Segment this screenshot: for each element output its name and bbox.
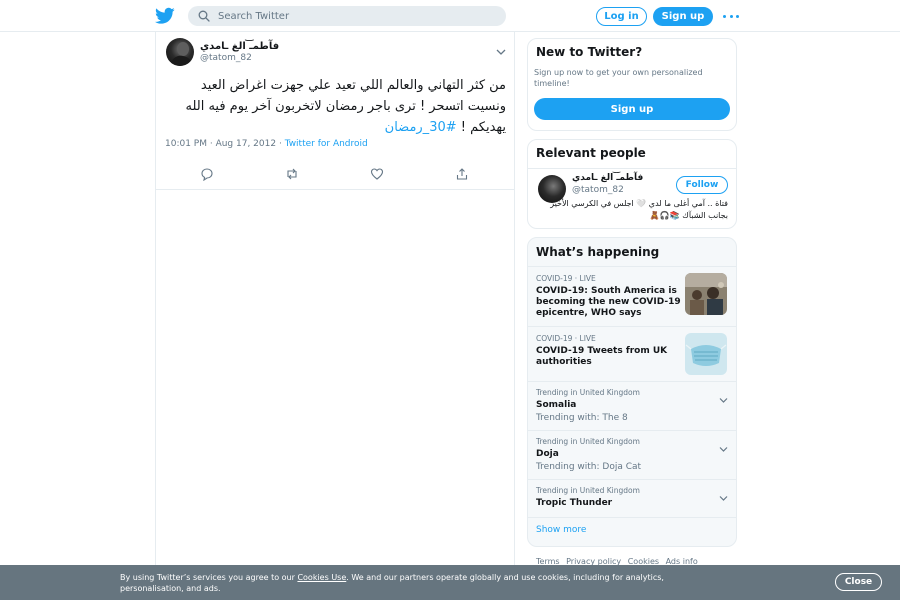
cookie-text-before: By using Twitter’s services you agree to… (120, 573, 298, 582)
chevron-down-icon[interactable] (496, 41, 506, 55)
meta-separator: · (276, 139, 285, 149)
news-category: COVID-19 · LIVE (536, 274, 596, 283)
main-timeline-column: فآطمـ͝ الغ ـامدي @tatom_82 من كثر التهان… (155, 32, 515, 572)
trend-name: Doja (536, 449, 559, 459)
login-button[interactable]: Log in (596, 7, 647, 26)
new-to-twitter-subtitle: Sign up now to get your own personalized… (534, 68, 703, 88)
whats-happening-card: What’s happening COVID-19 · LIVE COVID-1… (527, 237, 737, 547)
tweet-text: من كثر التهاني والعالم اللي تعيد علي جهز… (164, 75, 506, 138)
trend-item[interactable]: Trending in United Kingdom Somalia Trend… (528, 381, 736, 430)
whats-happening-title: What’s happening (536, 245, 660, 259)
chevron-down-icon[interactable] (719, 389, 728, 403)
new-to-twitter-card: New to Twitter? Sign up now to get your … (527, 38, 737, 131)
tweet-source[interactable]: Twitter for Android (285, 139, 368, 149)
news-headline: COVID-19: South America is becoming the … (536, 286, 681, 318)
divider (528, 168, 736, 169)
news-item[interactable]: COVID-19 · LIVE COVID-19: South America … (528, 266, 736, 326)
author-handle[interactable]: @tatom_82 (200, 53, 252, 63)
trend-location: Trending in United Kingdom (536, 437, 640, 446)
cookie-banner: By using Twitter’s services you agree to… (0, 565, 900, 600)
close-cookie-button[interactable]: Close (835, 573, 882, 591)
trend-with: Trending with: Doja Cat (536, 462, 642, 472)
trend-location: Trending in United Kingdom (536, 388, 640, 397)
hashtag-link[interactable]: #30_رمضان (385, 120, 457, 135)
trend-with: Trending with: The 8 (536, 413, 628, 423)
cookies-use-link[interactable]: Cookies Use (297, 573, 346, 582)
more-dots-icon[interactable] (723, 9, 739, 23)
chevron-down-icon[interactable] (719, 487, 728, 501)
news-thumbnail (685, 333, 727, 375)
news-thumbnail (685, 273, 727, 315)
trend-name: Somalia (536, 400, 577, 410)
signup-button-top[interactable]: Sign up (653, 7, 713, 26)
new-to-twitter-title: New to Twitter? (536, 45, 643, 59)
reply-icon[interactable] (200, 166, 214, 182)
cookie-text: By using Twitter’s services you agree to… (120, 572, 730, 594)
like-icon[interactable] (370, 166, 384, 180)
relevant-people-card: Relevant people فآطمـ͝ الغ ـامدي @tatom_… (527, 139, 737, 229)
person-handle[interactable]: @tatom_82 (572, 185, 624, 195)
show-more-link[interactable]: Show more (536, 525, 586, 535)
author-name[interactable]: فآطمـ͝ الغ ـامدي (200, 41, 279, 52)
person-name[interactable]: فآطمـ͝ الغ ـامدي (572, 173, 643, 183)
retweet-icon[interactable] (285, 166, 299, 180)
tweet-meta: 10:01 PM · Aug 17, 2012 · Twitter for An… (165, 139, 368, 149)
search-box[interactable] (188, 6, 506, 26)
search-icon (198, 7, 210, 26)
trend-item[interactable]: Trending in United Kingdom Tropic Thunde… (528, 479, 736, 517)
follow-button[interactable]: Follow (676, 176, 728, 194)
news-item[interactable]: COVID-19 · LIVE COVID-19 Tweets from UK … (528, 326, 736, 381)
chevron-down-icon[interactable] (719, 438, 728, 452)
trend-location: Trending in United Kingdom (536, 486, 640, 495)
share-icon[interactable] (455, 166, 469, 180)
trend-item[interactable]: Trending in United Kingdom Doja Trending… (528, 430, 736, 479)
search-input[interactable] (218, 10, 488, 22)
top-navigation-bar: Log in Sign up (0, 0, 900, 32)
news-headline: COVID-19 Tweets from UK authorities (536, 346, 668, 367)
news-category: COVID-19 · LIVE (536, 334, 596, 343)
tweet-body: من كثر التهاني والعالم اللي تعيد علي جهز… (185, 78, 506, 135)
tweet-detail: فآطمـ͝ الغ ـامدي @tatom_82 من كثر التهان… (156, 32, 514, 190)
signup-button[interactable]: Sign up (534, 98, 730, 120)
trend-name: Tropic Thunder (536, 498, 613, 508)
tweet-actions (156, 162, 514, 186)
person-bio: فتاة .. آمي أغلى ما لدي 🤍 اجلس في الكرسي… (550, 199, 728, 220)
relevant-people-title: Relevant people (536, 146, 646, 160)
twitter-bird-icon[interactable] (155, 7, 175, 25)
author-avatar[interactable] (166, 38, 194, 66)
tweet-timestamp[interactable]: 10:01 PM · Aug 17, 2012 (165, 139, 276, 149)
